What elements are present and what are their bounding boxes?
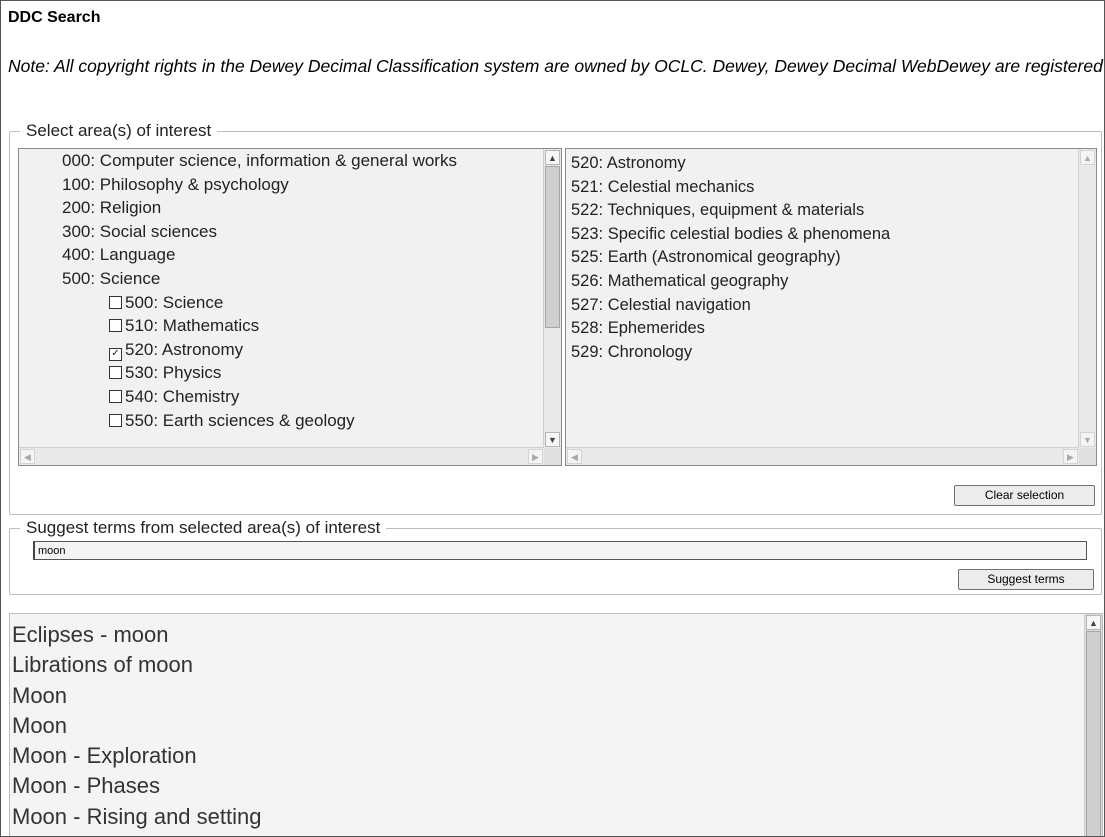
ddc-class-tree[interactable]: 000: Computer science, information & gen… [18,148,562,466]
subclass-item[interactable]: 526: Mathematical geography [571,270,1078,294]
checkbox-checked-icon[interactable]: ✓ [109,347,122,361]
ddc-class-item[interactable]: ✓ 520: Astronomy [19,338,543,362]
scroll-down-icon[interactable]: ▼ [1080,432,1095,447]
suggested-terms: Eclipses - moon Librations of moon Moon Moo… [10,614,1102,832]
ddc-class-item[interactable]: 400: Language [19,243,543,267]
area-of-interest-group: Select area(s) of interest 000: Computer… [9,121,1102,515]
ddc-class-label: 540: Chemistry [125,386,240,406]
ddc-class-label: 200: Religion [62,198,162,218]
subclass-item[interactable]: 525: Earth (Astronomical geography) [571,246,1078,270]
scroll-up-icon[interactable]: ▲ [1080,150,1095,165]
ddc-class-item[interactable]: 300: Social sciences [19,220,543,244]
suggest-term-input[interactable] [33,541,1087,560]
subclass-item[interactable]: 520: Astronomy [571,152,1078,176]
ddc-class-label: 510: Mathematics [125,316,260,336]
ddc-class-item[interactable]: 500: Science [19,267,543,291]
ddc-class-item[interactable]: 550: Earth sciences & geology [19,409,543,433]
scroll-right-icon[interactable]: ▶ [1063,449,1078,464]
tree-scroll-thumb[interactable] [545,166,560,328]
ddc-class-label: 300: Social sciences [62,221,217,241]
scroll-up-icon[interactable]: ▲ [545,150,560,165]
subclass-vertical-scrollbar[interactable]: ▲ ▼ [1078,149,1096,448]
ddc-class-label: 500: Science [62,268,161,288]
ddc-class-label: 500: Science [125,292,224,312]
checkbox-icon[interactable] [109,413,122,427]
subclass-item[interactable]: 523: Specific celestial bodies & phenome… [571,223,1078,247]
ddc-class-item[interactable]: 510: Mathematics [19,314,543,338]
checkbox-icon[interactable] [109,366,122,380]
tree-vertical-scrollbar[interactable]: ▲ ▼ [543,149,561,448]
subclass-item[interactable]: 527: Celestial navigation [571,294,1078,318]
ddc-class-list: 000: Computer science, information & gen… [19,149,543,432]
subclass-horizontal-scrollbar[interactable]: ◀ ▶ [566,447,1079,465]
results-vertical-scrollbar[interactable]: ▲ [1084,614,1102,836]
ddc-class-label: 400: Language [62,245,176,265]
subclass-item[interactable]: 529: Chronology [571,341,1078,365]
ddc-class-item[interactable]: 500: Science [19,291,543,315]
suggested-term-item[interactable]: Moon - Phases [12,771,1102,801]
subclass-item[interactable]: 521: Celestial mechanics [571,176,1078,200]
suggest-terms-legend: Suggest terms from selected area(s) of i… [20,518,387,538]
ddc-class-label: 520: Astronomy [125,339,244,359]
suggested-term-item[interactable]: Eclipses - moon [12,620,1102,650]
copyright-note: Note: All copyright rights in the Dewey … [8,56,1104,76]
suggested-term-item[interactable]: Moon [12,711,1102,741]
ddc-class-item[interactable]: 000: Computer science, information & gen… [19,149,507,173]
ddc-class-label: 550: Earth sciences & geology [125,410,355,430]
suggested-term-item[interactable]: Moon - Rising and setting [12,802,1102,832]
suggested-term-item[interactable]: Moon [12,681,1102,711]
suggest-terms-button[interactable]: Suggest terms [958,569,1094,590]
subclass-item[interactable]: 522: Techniques, equipment & materials [571,199,1078,223]
results-scroll-thumb[interactable] [1086,631,1101,836]
subclass-list: 520: Astronomy 521: Celestial mechanics 52… [566,149,1078,364]
area-of-interest-legend: Select area(s) of interest [20,121,218,141]
ddc-class-label: 000: Computer science, information & gen… [62,151,457,170]
tree-horizontal-scrollbar[interactable]: ◀ ▶ [19,447,544,465]
checkbox-icon[interactable] [109,319,122,333]
suggested-terms-list[interactable]: Eclipses - moon Librations of moon Moon Moo… [9,613,1103,836]
suggested-term-item[interactable]: Librations of moon [12,650,1102,680]
ddc-class-item[interactable]: 530: Physics [19,361,543,385]
scroll-right-icon[interactable]: ▶ [528,449,543,464]
scroll-up-icon[interactable]: ▲ [1086,615,1101,630]
ddc-class-item[interactable]: 100: Philosophy & psychology [19,173,543,197]
ddc-class-label: 100: Philosophy & psychology [62,174,289,194]
scroll-down-icon[interactable]: ▼ [545,432,560,447]
ddc-search-panel: DDC Search Note: All copyright rights in… [0,0,1105,837]
checkbox-icon[interactable] [109,389,122,403]
scroll-corner [1079,448,1096,465]
scroll-left-icon[interactable]: ◀ [20,449,35,464]
ddc-class-item[interactable]: 200: Religion [19,196,543,220]
checkbox-icon[interactable] [109,295,122,309]
suggest-terms-group: Suggest terms from selected area(s) of i… [9,518,1102,595]
ddc-class-label: 530: Physics [125,363,222,383]
subclass-list-pane[interactable]: 520: Astronomy 521: Celestial mechanics 52… [565,148,1097,466]
page-title: DDC Search [8,9,101,26]
clear-selection-button[interactable]: Clear selection [954,485,1095,506]
scroll-corner [544,448,561,465]
scroll-left-icon[interactable]: ◀ [567,449,582,464]
subclass-item[interactable]: 528: Ephemerides [571,317,1078,341]
ddc-class-item[interactable]: 540: Chemistry [19,385,543,409]
suggested-term-item[interactable]: Moon - Exploration [12,741,1102,771]
